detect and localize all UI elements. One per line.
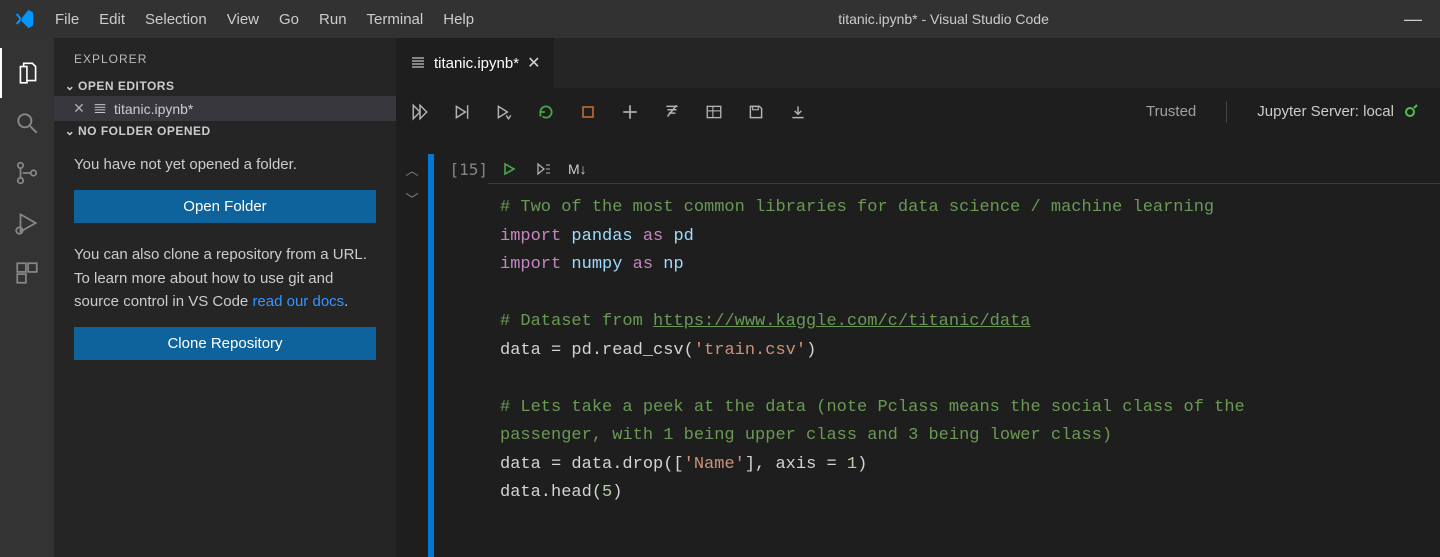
open-editors-header[interactable]: ⌄ OPEN EDITORS xyxy=(54,76,396,96)
save-icon[interactable] xyxy=(746,102,766,122)
run-all-icon[interactable] xyxy=(410,102,430,122)
variables-icon[interactable] xyxy=(704,102,724,122)
menu-help[interactable]: Help xyxy=(434,7,483,32)
export-icon[interactable] xyxy=(788,102,808,122)
jupyter-server-label[interactable]: Jupyter Server: local xyxy=(1249,103,1426,120)
window-title: titanic.ipynb* - Visual Studio Code xyxy=(483,11,1404,27)
menu-file[interactable]: File xyxy=(46,7,88,32)
restart-kernel-icon[interactable] xyxy=(536,102,556,122)
run-by-line-icon[interactable] xyxy=(534,160,552,178)
menu-edit[interactable]: Edit xyxy=(90,7,134,32)
no-folder-message: You have not yet opened a folder. xyxy=(74,153,376,176)
clear-outputs-icon[interactable] xyxy=(662,102,682,122)
run-debug-icon[interactable] xyxy=(0,198,54,248)
exec-count: [15] xyxy=(436,154,488,557)
notebook-file-icon xyxy=(410,55,426,71)
run-cell-icon[interactable] xyxy=(500,160,518,178)
add-cell-icon[interactable] xyxy=(620,102,640,122)
vscode-logo-icon xyxy=(12,7,36,31)
menu-terminal[interactable]: Terminal xyxy=(358,7,433,32)
no-folder-header[interactable]: ⌄ NO FOLDER OPENED xyxy=(54,121,396,141)
no-folder-label: NO FOLDER OPENED xyxy=(78,124,211,138)
menu-go[interactable]: Go xyxy=(270,7,308,32)
menu-bar: File Edit Selection View Go Run Terminal… xyxy=(46,7,483,32)
explorer-title: EXPLORER xyxy=(54,38,396,76)
markdown-toggle[interactable]: M↓ xyxy=(568,161,587,177)
menu-run[interactable]: Run xyxy=(310,7,356,32)
notebook-file-icon xyxy=(92,102,108,116)
code-editor[interactable]: # Two of the most common libraries for d… xyxy=(488,194,1440,508)
tab-bar: titanic.ipynb* ✕ xyxy=(396,38,1440,88)
fold-gutter: ︿ ﹀ xyxy=(396,154,428,557)
tab-titanic[interactable]: titanic.ipynb* ✕ xyxy=(396,38,555,88)
notebook-body: ︿ ﹀ [15] M↓ # Two of the most common lib… xyxy=(396,136,1440,557)
chevron-down-icon: ⌄ xyxy=(62,124,78,138)
minimize-icon[interactable]: — xyxy=(1404,9,1422,30)
close-icon[interactable]: ✕ xyxy=(72,100,86,117)
toolbar-divider xyxy=(1226,101,1227,123)
collapse-down-icon[interactable]: ﹀ xyxy=(405,189,418,208)
explorer-icon[interactable] xyxy=(0,48,54,98)
interrupt-kernel-icon[interactable] xyxy=(578,102,598,122)
activity-bar xyxy=(0,38,54,557)
tab-label: titanic.ipynb* xyxy=(434,55,519,72)
source-control-icon[interactable] xyxy=(0,148,54,198)
chevron-down-icon: ⌄ xyxy=(62,79,78,93)
notebook-toolbar: Trusted Jupyter Server: local xyxy=(396,88,1440,136)
menu-selection[interactable]: Selection xyxy=(136,7,216,32)
code-cell[interactable]: M↓ # Two of the most common libraries fo… xyxy=(488,154,1440,557)
search-icon[interactable] xyxy=(0,98,54,148)
open-editor-filename: titanic.ipynb* xyxy=(114,101,193,117)
open-folder-button[interactable]: Open Folder xyxy=(74,190,376,223)
cell-toolbar: M↓ xyxy=(488,154,1440,184)
explorer-sidebar: EXPLORER ⌄ OPEN EDITORS ✕ titanic.ipynb*… xyxy=(54,38,396,557)
editor-group: titanic.ipynb* ✕ xyxy=(396,38,1440,557)
open-editor-item[interactable]: ✕ titanic.ipynb* xyxy=(54,96,396,121)
title-bar: File Edit Selection View Go Run Terminal… xyxy=(0,0,1440,38)
menu-view[interactable]: View xyxy=(218,7,268,32)
run-below-icon[interactable] xyxy=(494,102,514,122)
run-above-icon[interactable] xyxy=(452,102,472,122)
read-docs-link[interactable]: read our docs xyxy=(252,293,344,310)
cell-focus-marker xyxy=(428,154,434,557)
clone-repository-button[interactable]: Clone Repository xyxy=(74,327,376,360)
server-status-icon xyxy=(1402,104,1418,120)
extensions-icon[interactable] xyxy=(0,248,54,298)
trusted-label[interactable]: Trusted xyxy=(1146,103,1204,120)
no-folder-body: You have not yet opened a folder. Open F… xyxy=(54,141,396,392)
clone-message: You can also clone a repository from a U… xyxy=(74,243,376,313)
close-icon[interactable]: ✕ xyxy=(527,53,540,73)
open-editors-label: OPEN EDITORS xyxy=(78,79,174,93)
collapse-up-icon[interactable]: ︿ xyxy=(405,160,418,179)
window-controls: — xyxy=(1404,9,1432,30)
